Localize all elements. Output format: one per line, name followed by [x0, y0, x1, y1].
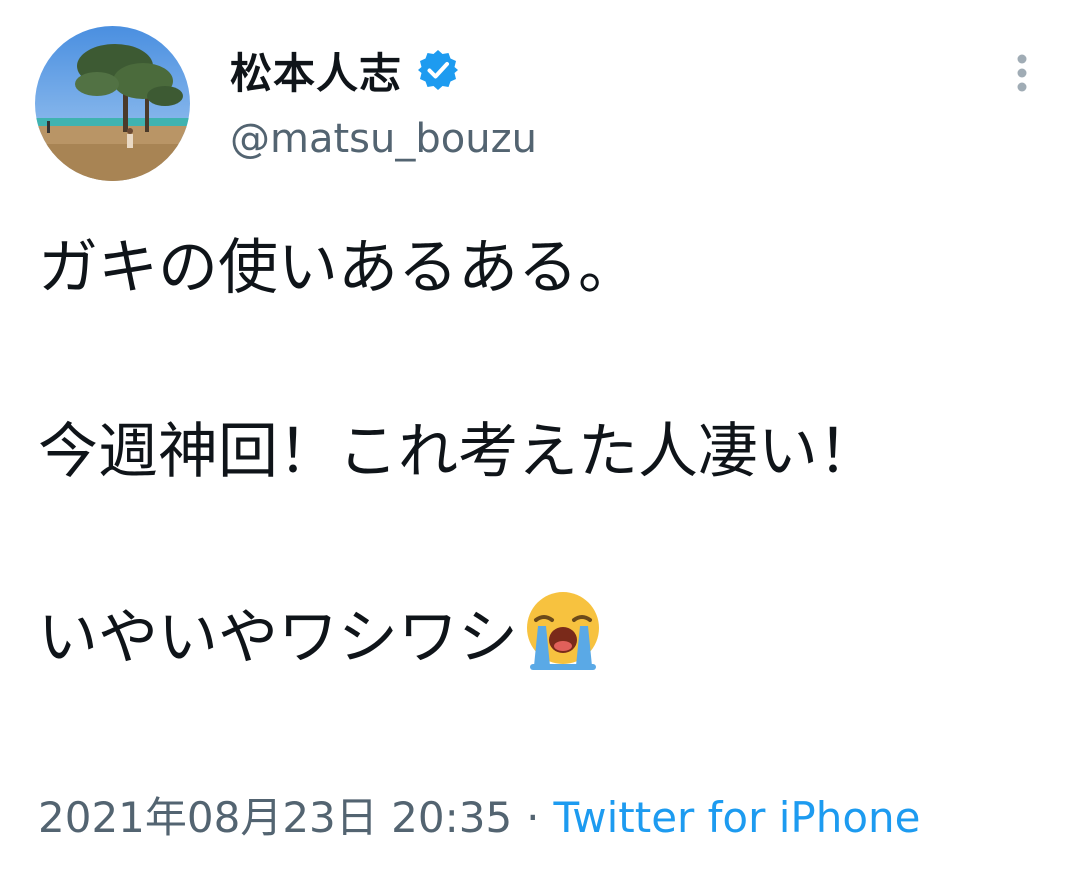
author-name-row: 松本人志 [230, 40, 460, 100]
author-handle[interactable]: @matsu_bouzu [230, 116, 537, 162]
tweet-source-link[interactable]: Twitter for iPhone [554, 793, 921, 842]
tweet-line-1: ガキの使いあるある。 [38, 233, 638, 303]
tweet-text: ガキの使いあるある。 今週神回！これ考えた人凄い！ いやいやワシワシ [38, 222, 978, 684]
loudly-crying-face-icon [522, 590, 604, 672]
verified-badge-icon [416, 48, 460, 92]
more-options-icon[interactable] [1002, 50, 1042, 98]
tweet-line-2: 今週神回！これ考えた人凄い！ [38, 417, 878, 487]
display-name[interactable]: 松本人志 [230, 40, 402, 101]
tweet-card: 松本人志 @matsu_bouzu ガキの使いあるある。 今週神回！これ考えた人… [0, 0, 1080, 876]
tweet-meta: 2021年08月23日 20:35 · Twitter for iPhone [38, 788, 921, 848]
tweet-line-3: いやいやワシワシ [38, 603, 518, 673]
profile-photo-icon [35, 26, 190, 181]
meta-separator: · [526, 793, 540, 842]
tweet-timestamp[interactable]: 2021年08月23日 20:35 [38, 793, 512, 842]
avatar[interactable] [35, 26, 190, 181]
